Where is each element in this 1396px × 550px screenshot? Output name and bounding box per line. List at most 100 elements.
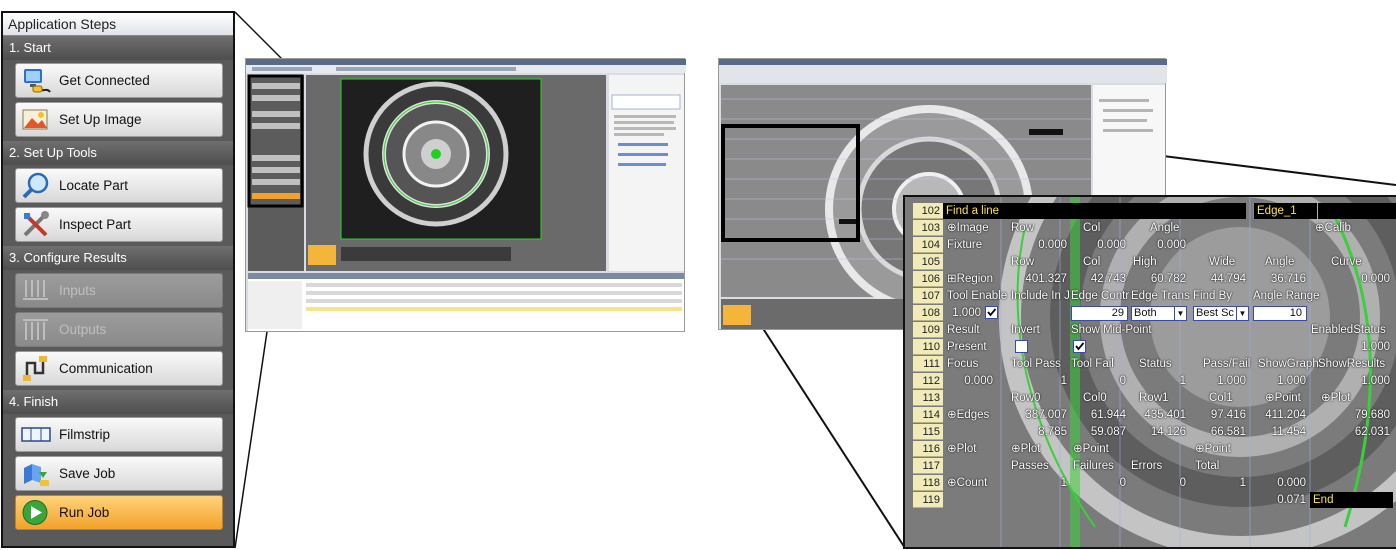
cell-label[interactable]: Row (1011, 220, 1034, 236)
find-a-line-cell[interactable]: Find a line (943, 203, 1246, 219)
cell-label[interactable]: EnabledStatus (1311, 322, 1386, 338)
cell-label[interactable]: Edge Contr (1071, 288, 1129, 304)
inspect-part-button[interactable]: Inspect Part (15, 207, 223, 242)
cell-value[interactable]: 79.680 (1318, 407, 1390, 423)
cell-label[interactable]: Wide (1209, 254, 1235, 270)
cell-value[interactable]: 59.087 (1068, 424, 1126, 440)
cell-label[interactable]: ShowResults (1318, 356, 1385, 372)
cell-value[interactable]: 0.071 (1248, 492, 1306, 508)
cell-label[interactable]: Show Mid-Point (1071, 322, 1152, 338)
cell-label[interactable]: Find By (1193, 288, 1232, 304)
cell-label[interactable]: ShowGraph (1258, 356, 1319, 372)
cell-value[interactable]: 0.000 (1248, 475, 1306, 491)
tool-name-cell[interactable]: Edge_1 (1253, 203, 1317, 219)
cell-label[interactable]: Col (1083, 220, 1100, 236)
cell-label[interactable]: Angle (1265, 254, 1294, 270)
cell-value[interactable]: 66.581 (1188, 424, 1246, 440)
cell-value[interactable]: 14.126 (1128, 424, 1186, 440)
cell-value[interactable]: 1 (1009, 475, 1067, 491)
cell-label[interactable]: Row1 (1139, 390, 1168, 406)
cell-label[interactable]: Invert (1011, 322, 1040, 338)
cell-value[interactable]: 8.785 (1009, 424, 1067, 440)
plot-output-cell[interactable]: ⊕Plot (947, 441, 976, 457)
cell-label[interactable]: Col0 (1083, 390, 1107, 406)
cell-value[interactable]: 0.000 (1068, 237, 1126, 253)
cell-label[interactable]: Total (1195, 458, 1219, 474)
plot-output-cell[interactable]: ⊕Plot (1011, 441, 1040, 457)
cell-label[interactable]: Col (1083, 254, 1100, 270)
filmstrip-button[interactable]: Filmstrip (15, 417, 223, 452)
cell-value[interactable]: 0 (1068, 373, 1126, 389)
point-output-cell[interactable]: ⊕Point (1073, 441, 1109, 457)
inputs-button[interactable]: Inputs (15, 273, 223, 308)
locate-part-button[interactable]: Locate Part (15, 168, 223, 203)
cell-value[interactable]: 1.000 (1318, 373, 1390, 389)
cell-label[interactable]: Result (947, 322, 980, 338)
cell-label[interactable]: Present (947, 339, 987, 355)
cell-value[interactable]: 1 (1128, 373, 1186, 389)
cell-value[interactable]: 0 (1128, 475, 1186, 491)
cell-value[interactable]: 36.716 (1248, 271, 1306, 287)
cell-label[interactable]: Curve (1331, 254, 1362, 270)
invert-checkbox[interactable] (1015, 340, 1028, 353)
cell-label[interactable]: Failures (1073, 458, 1114, 474)
cell-label[interactable]: Include In J (1011, 288, 1070, 304)
run-job-button[interactable]: Run Job (15, 495, 223, 530)
point-output-cell[interactable]: ⊕Point (1265, 390, 1301, 406)
point-output-cell[interactable]: ⊕Point (1195, 441, 1231, 457)
fixture-label[interactable]: Fixture (947, 237, 982, 253)
end-marker-cell[interactable]: End (1310, 492, 1393, 508)
cell-value[interactable]: 1.000 (1318, 339, 1390, 355)
cell-value[interactable]: 0.000 (1009, 237, 1067, 253)
outputs-button[interactable]: Outputs (15, 312, 223, 347)
cell-value[interactable]: 44.794 (1188, 271, 1246, 287)
save-job-button[interactable]: Save Job (15, 456, 223, 491)
cell-value[interactable]: 97.416 (1188, 407, 1246, 423)
edge-contrast-input[interactable]: 29 (1071, 306, 1128, 321)
region-cell[interactable]: ⊞Region (947, 271, 993, 287)
cell-value[interactable]: 0.000 (1128, 237, 1186, 253)
edge-transition-select[interactable]: Both ▼ (1131, 306, 1187, 321)
cell-value[interactable]: 401.327 (1009, 271, 1067, 287)
cell-label[interactable]: Focus (947, 356, 978, 372)
cell-value[interactable]: 0.000 (943, 373, 993, 389)
cell-value[interactable]: 42.743 (1068, 271, 1126, 287)
cell-label[interactable]: Pass/Fail (1203, 356, 1250, 372)
cell-label[interactable]: Errors (1131, 458, 1162, 474)
plot-output-cell[interactable]: ⊕Plot (1321, 390, 1350, 406)
image-input-cell[interactable]: ⊕Image (947, 220, 989, 236)
cell-value[interactable]: 11.454 (1248, 424, 1306, 440)
cell-label[interactable]: Tool Enable (947, 288, 1007, 304)
cell-label[interactable]: Edge Trans (1131, 288, 1190, 304)
show-mid-point-checkbox[interactable] (1073, 340, 1086, 353)
cell-label[interactable]: Col1 (1209, 390, 1233, 406)
cell-value[interactable]: 0.000 (1318, 271, 1390, 287)
angle-range-input[interactable]: 10 (1253, 306, 1307, 321)
cell-label[interactable]: High (1133, 254, 1157, 270)
count-output-cell[interactable]: ⊕Count (947, 475, 987, 491)
cell-label[interactable]: Passes (1011, 458, 1049, 474)
cell-value[interactable]: 61.944 (1068, 407, 1126, 423)
cell-value[interactable]: 1.000 (1248, 373, 1306, 389)
cell-label[interactable]: Tool Pass (1011, 356, 1061, 372)
cell-label[interactable]: Angle Range (1253, 288, 1320, 304)
set-up-image-button[interactable]: Set Up Image (15, 102, 223, 137)
include-in-job-checkbox[interactable] (985, 306, 998, 319)
cell-value[interactable]: 1 (1009, 373, 1067, 389)
cell-value[interactable]: 1.000 (1188, 373, 1246, 389)
cell-label[interactable]: Tool Fail (1071, 356, 1114, 372)
tool-enable-value[interactable]: 1.000 (943, 305, 981, 321)
calib-cell[interactable]: ⊕Calib (1315, 220, 1351, 236)
cell-value[interactable]: 0 (1068, 475, 1126, 491)
cell-label[interactable]: Status (1139, 356, 1172, 372)
cell-value[interactable]: 411.204 (1248, 407, 1306, 423)
cell-value[interactable]: 435.401 (1128, 407, 1186, 423)
cell-label[interactable]: Angle (1150, 220, 1179, 236)
cell-value[interactable]: 62.031 (1318, 424, 1390, 440)
cell-label[interactable]: Row0 (1011, 390, 1040, 406)
cell-value[interactable]: 60.782 (1128, 271, 1186, 287)
find-by-select[interactable]: Best Sc ▼ (1193, 306, 1249, 321)
get-connected-button[interactable]: Get Connected (15, 63, 223, 98)
communication-button[interactable]: Communication (15, 351, 223, 386)
edges-output-cell[interactable]: ⊕Edges (947, 407, 989, 423)
